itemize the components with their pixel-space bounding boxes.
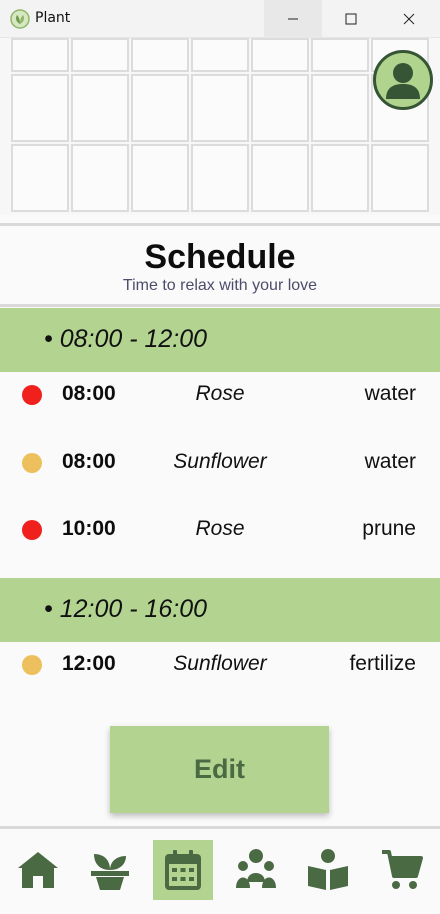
schedule-row[interactable]: 12:00 Sunflower fertilize — [0, 645, 440, 685]
home-icon — [18, 852, 58, 888]
window-titlebar: Plant — [0, 0, 440, 38]
task-plant: Rose — [195, 382, 245, 405]
grid-cell — [11, 38, 69, 72]
grid-cell — [371, 144, 429, 212]
task-time: 08:00 — [62, 450, 116, 473]
priority-dot — [22, 520, 42, 540]
nav-community[interactable] — [226, 840, 286, 900]
time-section-label: • 08:00 - 12:00 — [44, 325, 208, 353]
task-action: fertilize — [349, 652, 416, 675]
page-title: Schedule — [144, 238, 296, 276]
nav-plants[interactable] — [80, 840, 140, 900]
schedule-row[interactable]: 10:00 Rose prune — [0, 510, 440, 550]
window-title: Plant — [35, 10, 71, 26]
priority-dot — [22, 453, 42, 473]
user-avatar-button[interactable] — [373, 50, 433, 110]
time-section-header: • 08:00 - 12:00 — [0, 308, 440, 372]
grid-cell — [311, 38, 369, 72]
edit-button[interactable]: Edit — [110, 726, 329, 813]
community-icon — [236, 849, 276, 888]
grid-cell — [11, 144, 69, 212]
nav-shop[interactable] — [372, 840, 432, 900]
shopping-cart-icon — [382, 850, 423, 889]
schedule-row[interactable]: 08:00 Rose water — [0, 375, 440, 415]
divider — [0, 826, 440, 829]
priority-dot — [22, 655, 42, 675]
grid-cell — [251, 74, 309, 142]
task-action: prune — [362, 517, 416, 540]
grid-cell — [71, 144, 129, 212]
page-subtitle: Time to relax with your love — [122, 277, 318, 294]
grid-cell — [131, 144, 189, 212]
plant-pot-icon — [91, 854, 129, 890]
grid-cell — [71, 74, 129, 142]
task-plant: Sunflower — [173, 450, 267, 473]
header-grid — [0, 38, 440, 215]
reading-book-icon — [308, 849, 348, 890]
time-section-header: • 12:00 - 16:00 — [0, 578, 440, 642]
divider — [0, 223, 440, 226]
grid-cell — [191, 38, 249, 72]
priority-dot — [22, 385, 42, 405]
minimize-button[interactable] — [264, 0, 322, 38]
grid-cell — [191, 144, 249, 212]
close-button[interactable] — [380, 0, 438, 38]
grid-cell — [131, 74, 189, 142]
grid-cell — [191, 74, 249, 142]
time-section-label: • 12:00 - 16:00 — [44, 595, 208, 623]
task-action: water — [364, 382, 416, 405]
grid-cell — [71, 38, 129, 72]
grid-cell — [311, 144, 369, 212]
task-time: 12:00 — [62, 652, 116, 675]
user-avatar-icon — [386, 63, 420, 99]
grid-cell — [11, 74, 69, 142]
task-time: 08:00 — [62, 382, 116, 405]
nav-schedule[interactable] — [153, 840, 213, 900]
task-action: water — [364, 450, 416, 473]
grid-cell — [251, 144, 309, 212]
calendar-icon — [165, 850, 201, 890]
minimize-icon — [288, 18, 298, 20]
nav-learn[interactable] — [298, 840, 358, 900]
grid-cell — [311, 74, 369, 142]
task-time: 10:00 — [62, 517, 116, 540]
maximize-icon — [345, 13, 357, 25]
task-plant: Sunflower — [173, 652, 267, 675]
schedule-row[interactable]: 08:00 Sunflower water — [0, 443, 440, 483]
close-icon — [403, 13, 415, 25]
grid-cell — [131, 38, 189, 72]
grid-cell — [251, 38, 309, 72]
plant-logo-icon — [10, 9, 30, 29]
nav-home[interactable] — [8, 840, 68, 900]
divider — [0, 304, 440, 307]
bottom-nav — [0, 830, 440, 914]
task-plant: Rose — [195, 517, 245, 540]
maximize-button[interactable] — [322, 0, 380, 38]
